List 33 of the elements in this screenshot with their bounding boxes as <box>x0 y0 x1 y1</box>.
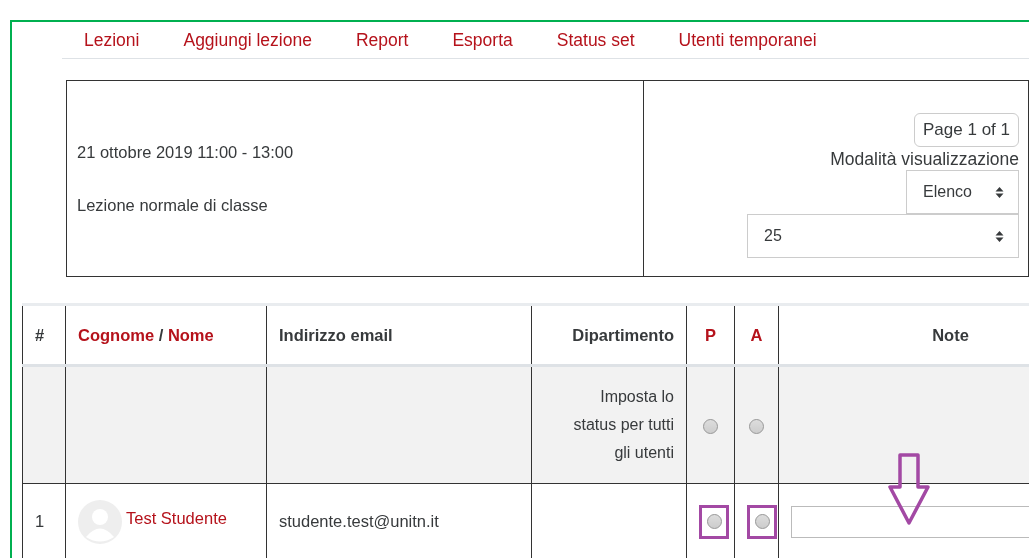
nav-link[interactable]: Report <box>333 29 431 51</box>
nav-link[interactable]: Lezioni <box>62 29 162 51</box>
view-select[interactable]: Elenco <box>906 170 1019 214</box>
column-header: # <box>35 325 45 344</box>
chevron-updown-icon <box>995 229 1004 243</box>
view-mode-label: Modalità visualizzazione <box>830 149 1019 170</box>
per-page-select[interactable]: 25 <box>747 214 1019 258</box>
sort-link[interactable]: Cognome <box>78 325 155 344</box>
sort-link[interactable]: Nome <box>167 325 214 344</box>
down-arrow-icon <box>888 453 930 525</box>
column-header: Dipartimento <box>572 325 674 344</box>
column-header: Indirizzo email <box>279 325 393 344</box>
column-link[interactable]: A <box>750 325 763 344</box>
student-link[interactable]: Test Studente <box>126 509 227 528</box>
separator-text: / <box>158 325 164 344</box>
row-number: 1 <box>35 512 45 530</box>
nav-link[interactable]: Aggiungi lezione <box>161 29 334 51</box>
nav-link[interactable]: Esporta <box>430 29 535 51</box>
radio-button[interactable] <box>706 514 722 529</box>
column-header: Note <box>932 325 969 344</box>
email-text: studente.test@unitn.it <box>279 512 439 530</box>
set-all-label: Imposta lo status per tutti gli utenti <box>572 387 674 463</box>
chevron-updown-icon <box>995 185 1004 199</box>
radio-button[interactable] <box>749 418 764 434</box>
session-description: Lezione normale di classe <box>77 195 269 215</box>
radio-button[interactable] <box>754 514 770 529</box>
radio-button[interactable] <box>703 418 718 434</box>
session-date: 21 ottobre 2019 11:00 - 13:00 <box>77 142 295 162</box>
column-link[interactable]: P <box>705 325 716 344</box>
nav-link[interactable]: Status set <box>534 29 657 51</box>
nav-link[interactable]: Utenti temporanei <box>656 29 839 51</box>
note-field[interactable] <box>791 505 1029 538</box>
page-button[interactable]: Page 1 of 1 <box>914 113 1019 147</box>
